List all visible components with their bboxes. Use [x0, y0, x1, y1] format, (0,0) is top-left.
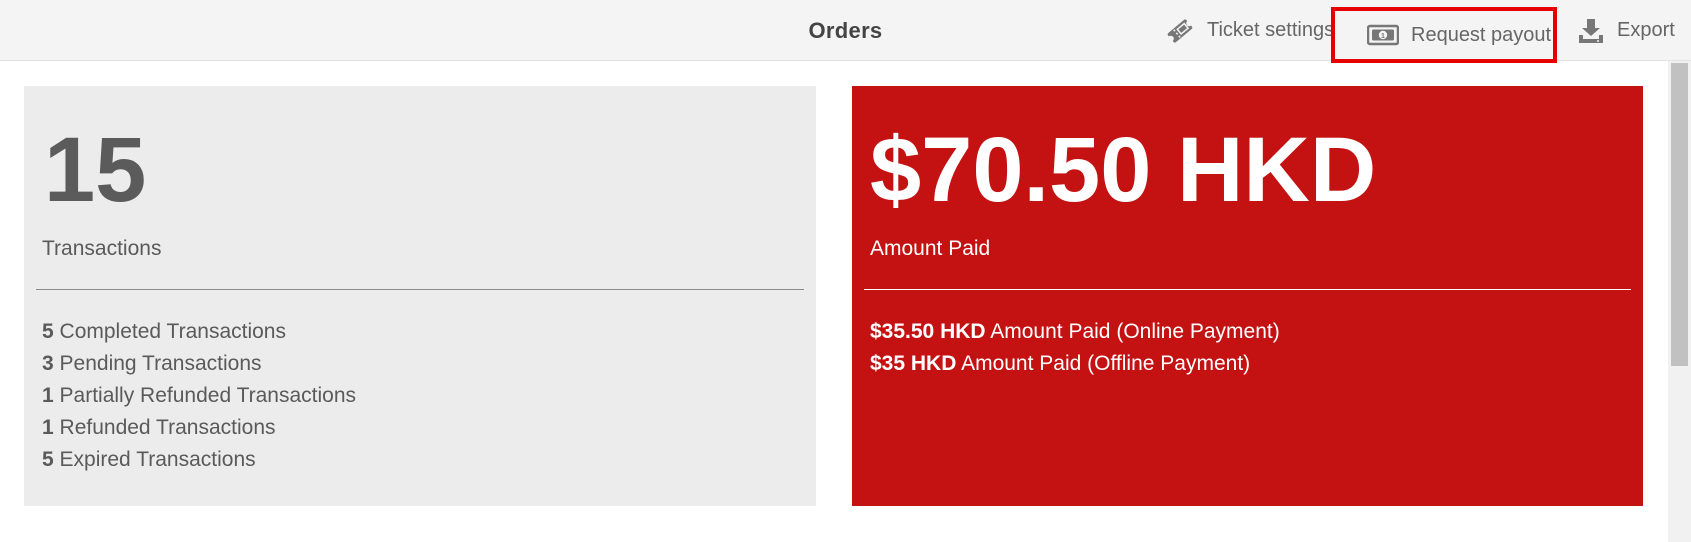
ticket-settings-button[interactable]: Ticket settings: [1165, 0, 1334, 61]
header-bar: Orders Ticket settings 1 Request payout …: [0, 0, 1691, 63]
ticket-icon: [1165, 16, 1195, 46]
stat-item-pending: 3 Pending Transactions: [42, 352, 262, 375]
money-bill-icon: 1: [1367, 24, 1399, 46]
transactions-count: 15: [44, 119, 147, 221]
amount-total: $70.50 HKD: [870, 119, 1377, 221]
payment-item-online: $35.50 HKD Amount Paid (Online Payment): [870, 320, 1280, 343]
orders-page: Orders Ticket settings 1 Request payout …: [0, 0, 1691, 542]
stat-item-refunded: 1 Refunded Transactions: [42, 416, 276, 439]
payment-item-offline: $35 HKD Amount Paid (Offline Payment): [870, 352, 1251, 375]
divider: [864, 289, 1631, 290]
export-label: Export: [1617, 19, 1675, 41]
request-payout-label: Request payout: [1411, 23, 1552, 46]
transaction-stats-list: 5 Completed Transactions 3 Pending Trans…: [42, 316, 356, 476]
amount-paid-label: Amount Paid: [870, 237, 991, 260]
vertical-scrollbar[interactable]: [1668, 61, 1691, 542]
stat-item-partially-refunded: 1 Partially Refunded Transactions: [42, 384, 357, 407]
transactions-card: 15 Transactions 5 Completed Transactions…: [24, 86, 816, 506]
payment-breakdown-list: $35.50 HKD Amount Paid (Online Payment) …: [870, 316, 1280, 380]
download-icon: [1577, 17, 1605, 45]
svg-text:1: 1: [1381, 33, 1385, 40]
export-button[interactable]: Export: [1577, 0, 1675, 61]
request-payout-button[interactable]: 1 Request payout: [1331, 7, 1557, 63]
ticket-settings-label: Ticket settings: [1207, 19, 1335, 41]
stat-item-completed: 5 Completed Transactions: [42, 320, 286, 343]
stat-item-expired: 5 Expired Transactions: [42, 448, 256, 471]
divider: [36, 289, 804, 290]
amount-paid-card: $70.50 HKD Amount Paid $35.50 HKD Amount…: [852, 86, 1643, 506]
scrollbar-thumb[interactable]: [1671, 63, 1688, 366]
transactions-label: Transactions: [42, 237, 162, 260]
